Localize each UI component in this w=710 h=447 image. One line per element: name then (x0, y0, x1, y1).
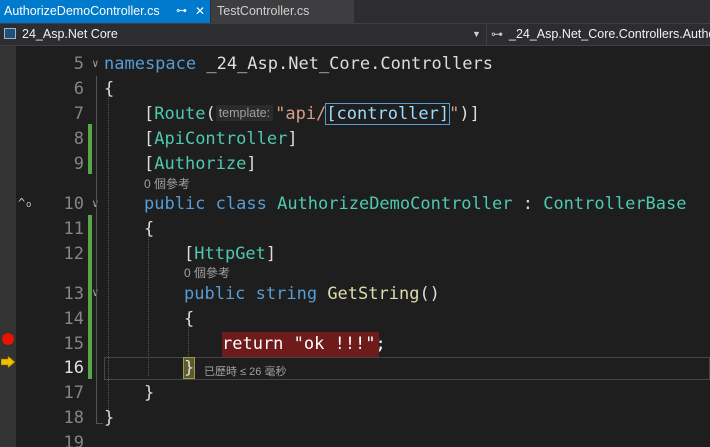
attribute-name: HttpGet (194, 244, 266, 264)
bracket: [ (144, 129, 155, 149)
string-literal: "api/ (275, 104, 327, 124)
code-editor[interactable]: ^ o ∨ ∨ ∨ 5 6 7 8 9 10 11 12 13 14 15 16… (0, 46, 710, 447)
code-line-7[interactable]: [Route(template: "api/[controller]")] (144, 102, 480, 127)
bracket: [ (144, 154, 155, 174)
code-line-5[interactable]: namespace _24_Asp.Net_Core.Controllers (104, 52, 493, 77)
brace: { (184, 309, 195, 329)
class-name: AuthorizeDemoController (266, 194, 513, 214)
change-indicator (88, 356, 92, 379)
code-line-14[interactable]: { (184, 307, 194, 332)
bracket: ] (246, 154, 257, 174)
bracket: ] (265, 244, 277, 264)
paren: () (419, 284, 440, 304)
keyword: namespace (104, 54, 197, 74)
code-line-11[interactable]: { (144, 217, 154, 242)
tab-test-controller[interactable]: TestController.cs (211, 0, 354, 23)
codelens-references[interactable]: 0 個參考 (144, 177, 190, 191)
project-dropdown[interactable]: 24_Asp.Net Core ▼ (0, 24, 485, 45)
brace: } (104, 408, 115, 428)
line-number: 15 (63, 334, 84, 354)
brace: { (144, 219, 155, 239)
chevron-down-icon[interactable]: ▼ (472, 24, 481, 45)
code-line-13[interactable]: public string GetString() (184, 282, 440, 307)
indent-guide (148, 231, 149, 376)
keyword: public (144, 194, 206, 214)
keyword: class (205, 194, 267, 214)
code-line-10[interactable]: public class AuthorizeDemoController : C… (144, 192, 687, 217)
project-name: 24_Asp.Net Core (22, 27, 118, 41)
pin-icon[interactable]: ⊶ (176, 0, 187, 23)
csharp-project-icon (4, 28, 16, 39)
bracket: ] (287, 129, 298, 149)
line-number: 14 (63, 309, 84, 329)
fold-chevron-icon[interactable]: ∨ (92, 57, 99, 70)
code-line-12[interactable]: [HttpGet] (184, 242, 276, 267)
method-name: GetString (317, 284, 420, 304)
bracket: [ (144, 104, 155, 124)
perf-tip[interactable]: 已歷時 ≤ 26 毫秒 (204, 363, 286, 379)
codelens-references[interactable]: 0 個參考 (184, 266, 230, 280)
code-line-18[interactable]: } (104, 406, 114, 431)
parameter-hint: template: (215, 105, 274, 121)
line-number: 19 (63, 433, 84, 447)
tab-label: AuthorizeDemoController.cs (4, 4, 160, 18)
indicator-margin[interactable] (0, 46, 16, 447)
line-number: 10 (63, 194, 84, 214)
scope-name: _24_Asp.Net_Core.Controllers.AuthorizeDe… (509, 27, 710, 41)
line-number: 17 (63, 383, 84, 403)
line-number: 7 (73, 104, 84, 124)
return-statement: return "ok !!!"; (222, 334, 386, 354)
attribute-name: Route (154, 104, 206, 124)
keyword: string (245, 284, 318, 304)
bracket: )] (459, 104, 480, 124)
close-icon[interactable]: ✕ (195, 0, 205, 23)
brace: } (144, 383, 155, 403)
brace: } (182, 357, 196, 379)
code-line-9[interactable]: [Authorize] (144, 152, 257, 177)
line-number: 12 (63, 244, 84, 264)
line-number: 9 (73, 154, 84, 174)
line-number: 11 (63, 219, 84, 239)
tab-bar: AuthorizeDemoController.cs ⊶ ✕ TestContr… (0, 0, 710, 23)
string-literal: " (449, 104, 460, 124)
line-number: 13 (63, 284, 84, 304)
scope-dropdown[interactable]: ⊶ _24_Asp.Net_Core.Controllers.Authorize… (486, 24, 710, 45)
tab-label: TestController.cs (217, 4, 310, 18)
fold-outline-end (96, 411, 103, 424)
current-statement-arrow-icon (1, 356, 15, 368)
base-class-name: ControllerBase (543, 194, 687, 214)
class-icon: ⊶ (491, 27, 503, 41)
line-number: 6 (73, 79, 84, 99)
change-indicator (88, 124, 92, 174)
code-line-17[interactable]: } (144, 381, 154, 406)
paren: ( (205, 104, 216, 124)
breakpoint-icon[interactable] (2, 333, 14, 345)
line-number: 8 (73, 129, 84, 149)
line-number-current: 16 (63, 358, 84, 378)
code-line-15[interactable]: return "ok !!!"; (222, 332, 386, 357)
tab-authorize-demo-controller[interactable]: AuthorizeDemoController.cs ⊶ ✕ (0, 0, 210, 23)
line-number: 18 (63, 408, 84, 428)
code-line-16[interactable]: } (182, 356, 196, 381)
bracket: [ (184, 244, 195, 264)
attribute-name: ApiController (154, 129, 288, 149)
navigation-bar: 24_Asp.Net Core ▼ ⊶ _24_Asp.Net_Core.Con… (0, 23, 710, 46)
current-line-outline (104, 357, 710, 380)
route-token: [controller] (325, 103, 451, 125)
keyword: public (184, 284, 246, 304)
colon: : (512, 194, 544, 214)
attribute-name: Authorize (154, 154, 247, 174)
code-line-6[interactable]: { (104, 77, 114, 102)
line-number: 5 (73, 54, 84, 74)
fold-outline (96, 76, 97, 421)
code-line-8[interactable]: [ApiController] (144, 127, 298, 152)
namespace-name: _24_Asp.Net_Core.Controllers (196, 54, 493, 74)
brace: { (104, 79, 115, 99)
